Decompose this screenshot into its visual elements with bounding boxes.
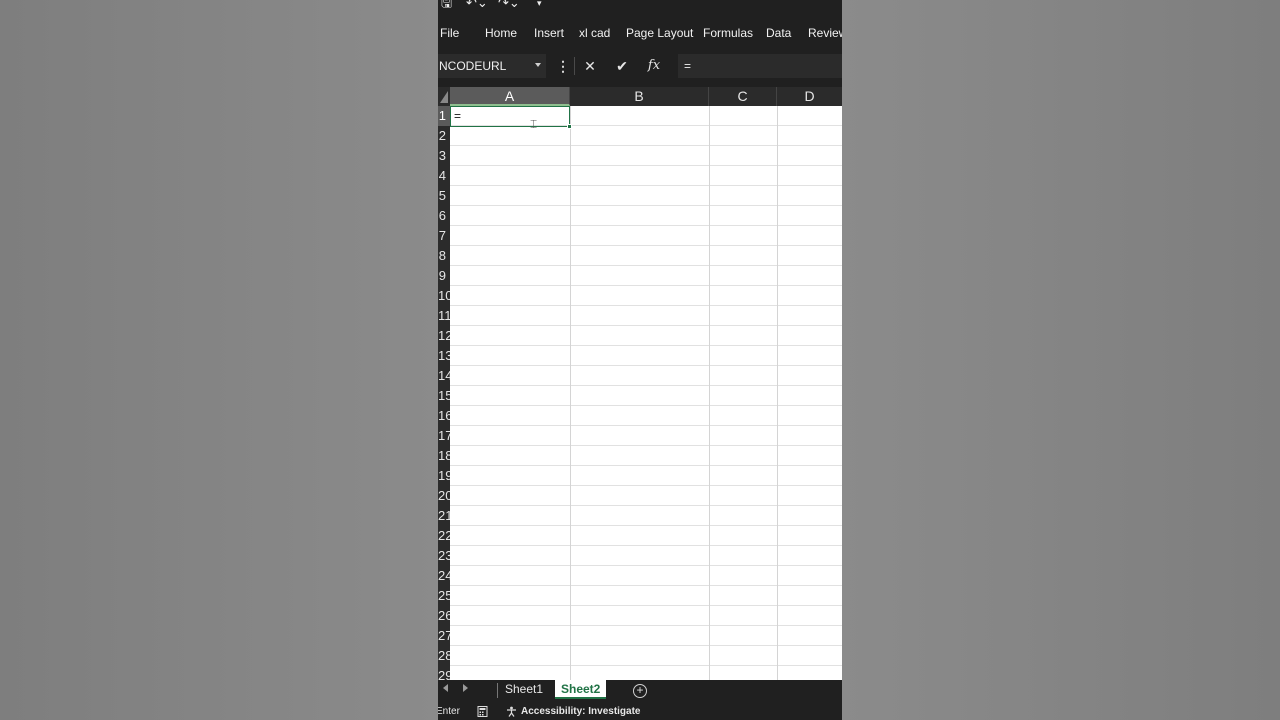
- row-header-2[interactable]: 2: [438, 126, 450, 146]
- row-header-19[interactable]: 19: [438, 466, 450, 486]
- tab-review[interactable]: Review: [808, 22, 842, 44]
- row-header-3[interactable]: 3: [438, 146, 450, 166]
- cancel-icon[interactable]: ✕: [579, 54, 601, 78]
- row-header-22[interactable]: 22: [438, 526, 450, 546]
- column-header-a[interactable]: A: [450, 87, 570, 106]
- cell-grid[interactable]: = ⌶: [450, 106, 842, 680]
- tab-insert[interactable]: Insert: [534, 22, 564, 44]
- row-header-12[interactable]: 12: [438, 326, 450, 346]
- status-bar: Enter Accessibility: Investigate: [438, 703, 842, 720]
- sheet-tab-divider: [497, 683, 498, 698]
- tab-xl-cad[interactable]: xl cad: [579, 22, 610, 44]
- column-divider: [570, 106, 571, 680]
- row-header-18[interactable]: 18: [438, 446, 450, 466]
- save-icon[interactable]: 🖫: [441, 0, 452, 10]
- column-header-b[interactable]: B: [570, 87, 709, 106]
- column-divider: [777, 106, 778, 680]
- select-all-triangle-icon: [440, 91, 448, 103]
- accessibility-icon[interactable]: [506, 706, 517, 717]
- background-right: [842, 0, 1280, 720]
- row-header-26[interactable]: 26: [438, 606, 450, 626]
- row-header-9[interactable]: 9: [438, 266, 450, 286]
- fill-handle[interactable]: [567, 124, 572, 129]
- tab-page-layout[interactable]: Page Layout: [626, 22, 693, 44]
- row-header-17[interactable]: 17: [438, 426, 450, 446]
- row-header-29[interactable]: 29: [438, 666, 450, 680]
- row-header-1[interactable]: 1: [438, 106, 450, 126]
- add-sheet-icon[interactable]: +: [633, 684, 647, 698]
- name-box[interactable]: NCODEURL: [438, 54, 546, 78]
- tab-home[interactable]: Home: [485, 22, 517, 44]
- row-header-21[interactable]: 21: [438, 506, 450, 526]
- row-header-25[interactable]: 25: [438, 586, 450, 606]
- row-header-16[interactable]: 16: [438, 406, 450, 426]
- calculator-icon[interactable]: [477, 706, 488, 717]
- row-header-4[interactable]: 4: [438, 166, 450, 186]
- sheet-tab-sheet1[interactable]: Sheet1: [499, 680, 549, 699]
- active-cell-a1[interactable]: =: [450, 106, 570, 127]
- tab-formulas[interactable]: Formulas: [703, 22, 753, 44]
- ribbon-tabs: File Home Insert xl cad Page Layout Form…: [438, 22, 842, 44]
- excel-window: 🖫 ↶⌄ ↷⌄ ▾ File Home Insert xl cad Page L…: [438, 0, 842, 720]
- formula-bar: NCODEURL ⋮ ✕ ✔ fx =: [438, 54, 842, 78]
- row-header-24[interactable]: 24: [438, 566, 450, 586]
- previous-sheet-icon[interactable]: [443, 684, 448, 692]
- formula-input[interactable]: =: [678, 54, 842, 78]
- row-header-28[interactable]: 28: [438, 646, 450, 666]
- row-header-20[interactable]: 20: [438, 486, 450, 506]
- row-header-14[interactable]: 14: [438, 366, 450, 386]
- row-header-7[interactable]: 7: [438, 226, 450, 246]
- row-headers: 1 2 3 4 5 6 7 8 9 10 11 12 13 14 15 16 17 18 19 20 21 22 23 24 2…: [438, 106, 450, 680]
- formula-bar-divider: [574, 57, 575, 75]
- row-header-23[interactable]: 23: [438, 546, 450, 566]
- quick-access-toolbar: 🖫 ↶⌄ ↷⌄ ▾: [438, 0, 842, 12]
- more-options-icon[interactable]: ⋮: [556, 54, 570, 78]
- text-cursor-icon: ⌶: [530, 117, 538, 131]
- redo-icon[interactable]: ↷⌄: [498, 0, 520, 10]
- row-header-15[interactable]: 15: [438, 386, 450, 406]
- row-header-8[interactable]: 8: [438, 246, 450, 266]
- tab-file[interactable]: File: [440, 22, 459, 44]
- tab-data[interactable]: Data: [766, 22, 791, 44]
- row-header-27[interactable]: 27: [438, 626, 450, 646]
- background-left: [0, 0, 438, 720]
- next-sheet-icon[interactable]: [463, 684, 468, 692]
- enter-icon[interactable]: ✔: [611, 54, 633, 78]
- accessibility-status[interactable]: Accessibility: Investigate: [521, 703, 641, 720]
- column-divider: [709, 106, 710, 680]
- insert-function-icon[interactable]: fx: [643, 54, 665, 78]
- status-mode: Enter: [438, 706, 460, 717]
- column-header-c[interactable]: C: [709, 87, 777, 106]
- row-header-11[interactable]: 11: [438, 306, 450, 326]
- row-header-5[interactable]: 5: [438, 186, 450, 206]
- column-header-d[interactable]: D: [777, 87, 842, 106]
- sheet-tab-bar: Sheet1 Sheet2 +: [438, 680, 842, 701]
- name-box-dropdown-icon[interactable]: [535, 63, 541, 67]
- undo-icon[interactable]: ↶⌄: [466, 0, 488, 10]
- row-header-6[interactable]: 6: [438, 206, 450, 226]
- customize-icon[interactable]: ▾: [537, 0, 542, 10]
- sheet-tab-sheet2[interactable]: Sheet2: [555, 680, 607, 699]
- row-header-13[interactable]: 13: [438, 346, 450, 366]
- row-header-10[interactable]: 10: [438, 286, 450, 306]
